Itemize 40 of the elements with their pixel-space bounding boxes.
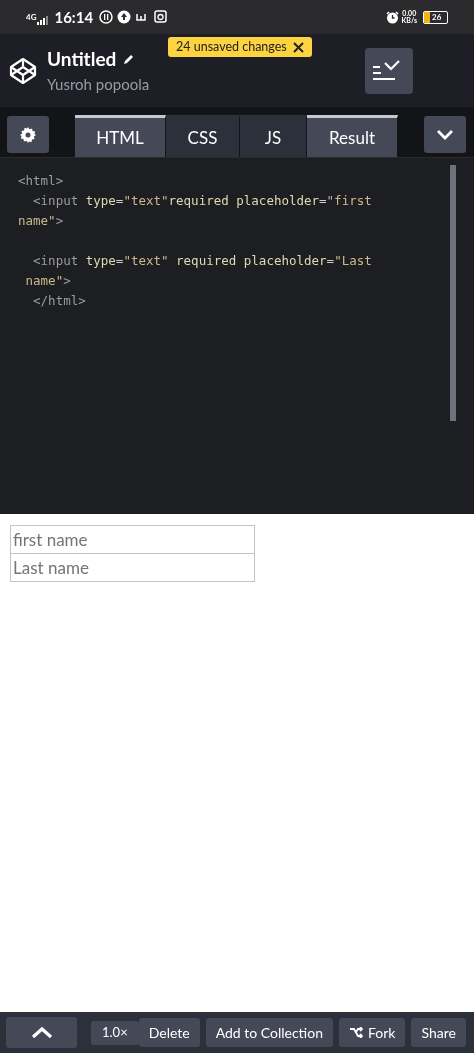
unsaved-changes-text: 24 unsaved changes [176,40,287,54]
action-button[interactable]: Fork [339,1018,406,1047]
code-line: </html> [32,293,86,308]
close-icon[interactable] [292,41,304,53]
text-input-field[interactable]: first name [10,525,255,554]
clock-time: 16:14 [54,6,94,28]
settings-button[interactable] [7,116,49,153]
status-icons-drawing [99,10,170,24]
layout-menu-button[interactable] [365,47,413,94]
fork-icon [349,1027,363,1038]
chevron-up-icon [30,1026,53,1039]
battery-level: 26 [432,11,442,23]
editor-tab[interactable]: JS [240,115,307,157]
unsaved-changes-badge[interactable]: 24 unsaved changes [168,37,312,57]
expand-button[interactable] [6,1017,77,1048]
editor-tab[interactable]: Result [307,115,398,157]
editor-tab[interactable]: CSS [166,115,240,157]
codepen-logo-icon [9,56,37,85]
settings-icon [20,126,36,143]
author-name: Yusroh popoola [47,75,150,94]
chevron-down-icon [436,128,454,141]
code-line: name"> [18,213,64,228]
action-button[interactable]: Share [411,1018,466,1047]
signal-icon [37,15,50,25]
code-line: <html> [18,173,64,188]
scrollbar[interactable] [450,165,456,421]
action-button[interactable]: Delete [138,1018,200,1047]
editor-tab[interactable]: HTML [75,115,166,157]
code-line: <input type="text"required placeholder="first [32,193,372,208]
pen-title[interactable]: Untitled [47,47,117,71]
action-button[interactable]: Add to Collection [205,1018,333,1047]
zoom-button[interactable]: 1.0× [91,1020,139,1045]
code-line: <input type="text" required placeholder="Last [32,253,372,268]
dropdown-button[interactable] [424,116,466,153]
code-line: name"> [24,273,71,288]
code-editor[interactable]: <html> <input type="text"required placeholder="first name"> <input type="text" required placeholder="Last name"> </html> [0,158,474,514]
pencil-icon[interactable] [122,52,136,66]
alarm-icon [385,10,399,24]
text-input-field[interactable]: Last name [10,553,255,582]
network-type: 4G [26,13,37,21]
